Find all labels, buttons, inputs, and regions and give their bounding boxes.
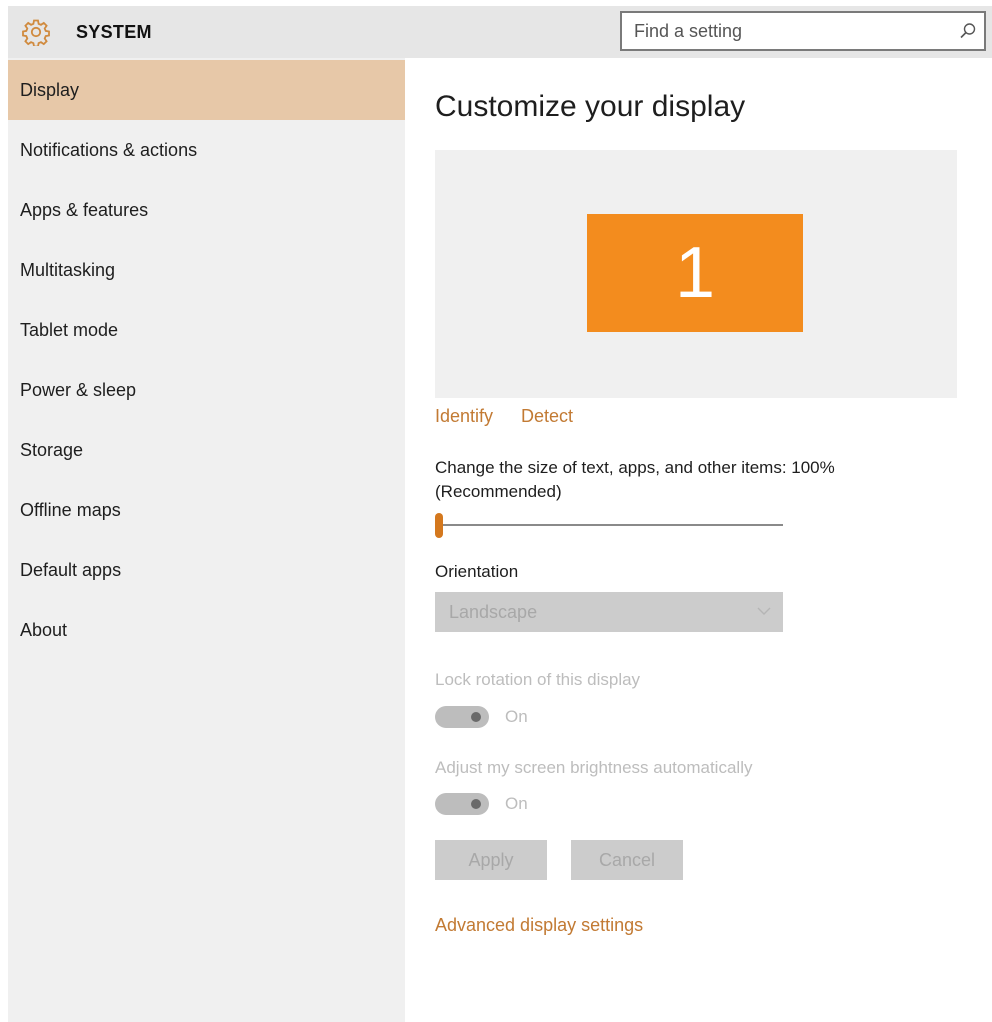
page-title: Customize your display xyxy=(435,90,746,123)
detect-link[interactable]: Detect xyxy=(521,406,573,427)
identify-link[interactable]: Identify xyxy=(435,406,493,427)
monitor-tile[interactable]: 1 xyxy=(587,214,803,332)
app-title: SYSTEM xyxy=(76,22,152,42)
advanced-display-settings-link[interactable]: Advanced display settings xyxy=(435,915,643,936)
scale-label-line2: (Recommended) xyxy=(435,482,562,501)
toggle-knob xyxy=(471,799,481,809)
sidebar-item-offline-maps[interactable]: Offline maps xyxy=(8,480,405,540)
brightness-label: Adjust my screen brightness automaticall… xyxy=(435,758,753,777)
sidebar-item-about[interactable]: About xyxy=(8,600,405,660)
sidebar-item-multitasking[interactable]: Multitasking xyxy=(8,240,405,300)
chevron-down-icon xyxy=(757,607,771,615)
title-bar: SYSTEM xyxy=(8,6,992,58)
orientation-value: Landscape xyxy=(449,602,538,622)
brightness-toggle[interactable] xyxy=(435,793,489,815)
sidebar-item-display[interactable]: Display xyxy=(8,60,405,120)
monitor-preview-area: 1 xyxy=(435,150,957,398)
sidebar-item-power-sleep[interactable]: Power & sleep xyxy=(8,360,405,420)
brightness-state: On xyxy=(505,794,528,813)
main-content: Customize your display 1 Identify Detect… xyxy=(405,58,992,1022)
sidebar-item-storage[interactable]: Storage xyxy=(8,420,405,480)
sidebar-item-notifications[interactable]: Notifications & actions xyxy=(8,120,405,180)
sidebar-item-tablet-mode[interactable]: Tablet mode xyxy=(8,300,405,360)
orientation-dropdown[interactable]: Landscape xyxy=(435,592,783,632)
gear-icon xyxy=(22,19,50,46)
lock-rotation-state: On xyxy=(505,707,528,726)
scale-label-line1: Change the size of text, apps, and other… xyxy=(435,458,835,477)
apply-button[interactable]: Apply xyxy=(435,840,547,880)
sidebar-item-default-apps[interactable]: Default apps xyxy=(8,540,405,600)
scale-slider-track[interactable] xyxy=(437,524,783,526)
scale-slider-thumb[interactable] xyxy=(435,513,443,538)
search-icon[interactable] xyxy=(958,21,978,41)
search-box[interactable] xyxy=(620,11,986,51)
sidebar-nav: Display Notifications & actions Apps & f… xyxy=(8,58,405,1022)
search-input[interactable] xyxy=(622,13,942,49)
lock-rotation-toggle[interactable] xyxy=(435,706,489,728)
sidebar-item-apps-features[interactable]: Apps & features xyxy=(8,180,405,240)
orientation-label: Orientation xyxy=(435,562,519,581)
lock-rotation-label: Lock rotation of this display xyxy=(435,670,641,689)
toggle-knob xyxy=(471,712,481,722)
cancel-button[interactable]: Cancel xyxy=(571,840,683,880)
scale-label: Change the size of text, apps, and other… xyxy=(435,456,835,504)
